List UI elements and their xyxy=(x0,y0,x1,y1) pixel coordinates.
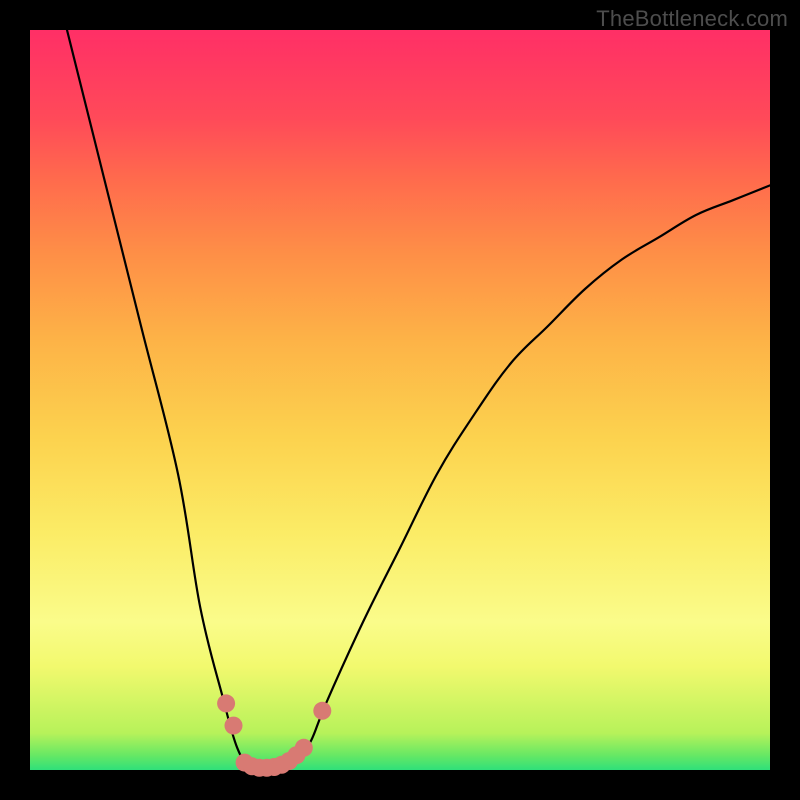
watermark-text: TheBottleneck.com xyxy=(596,6,788,32)
marker-dot xyxy=(313,702,331,720)
marker-dot xyxy=(225,717,243,735)
marker-dot xyxy=(217,694,235,712)
plot-area xyxy=(30,30,770,770)
bottleneck-curve xyxy=(30,30,770,770)
curve-path xyxy=(67,30,770,772)
marker-dot xyxy=(295,739,313,757)
chart-frame: TheBottleneck.com xyxy=(0,0,800,800)
